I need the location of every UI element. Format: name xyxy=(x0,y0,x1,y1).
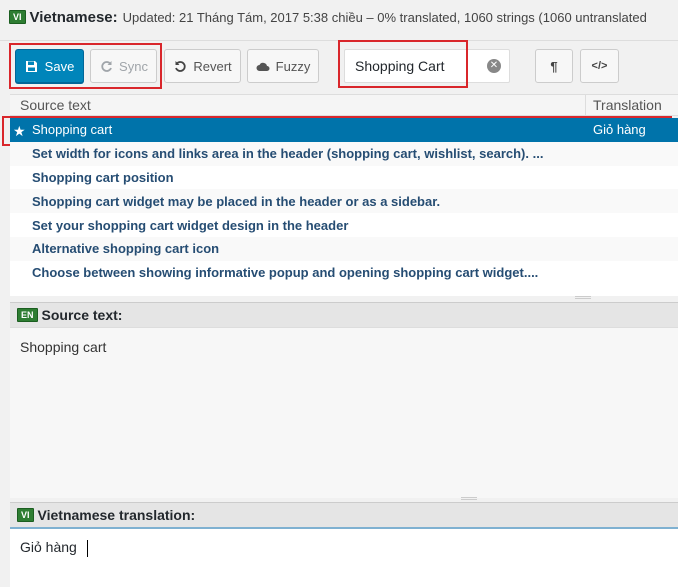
revert-button-label: Revert xyxy=(193,58,232,74)
list-item[interactable]: ★ Shopping cart Giỏ hàng xyxy=(10,118,678,142)
row-source: Shopping cart xyxy=(32,122,113,138)
pilcrow-icon: ¶ xyxy=(550,58,558,74)
sync-button-label: Sync xyxy=(119,58,148,74)
row-source: Alternative shopping cart icon xyxy=(32,241,220,257)
row-source: Set your shopping cart widget design in … xyxy=(32,217,349,233)
translation-input[interactable]: Giỏ hàng xyxy=(10,529,678,587)
save-button-label: Save xyxy=(44,58,75,74)
col-header-source[interactable]: Source text xyxy=(10,95,586,115)
row-source: Set width for icons and links area in th… xyxy=(32,146,544,162)
list-item[interactable]: Alternative shopping cart icon xyxy=(10,236,678,261)
translation-panel: Giỏ hàng xyxy=(10,527,678,587)
cloud-icon xyxy=(256,59,270,73)
translation-panel-title: Vietnamese translation: xyxy=(37,507,196,523)
revert-button[interactable]: Revert xyxy=(164,49,241,83)
string-list-header: Source text Translation xyxy=(10,94,678,116)
undo-icon xyxy=(173,59,187,73)
fuzzy-button[interactable]: Fuzzy xyxy=(247,49,319,83)
lang-badge-en: EN xyxy=(17,308,38,322)
toggle-invisibles-button[interactable]: ¶ xyxy=(535,49,573,83)
source-text-panel: Shopping cart xyxy=(10,328,678,498)
fuzzy-button-label: Fuzzy xyxy=(275,58,311,74)
code-icon: </> xyxy=(591,60,608,72)
header-status: Updated: 21 Tháng Tám, 2017 5:38 chiều –… xyxy=(122,9,647,25)
source-panel-title: Source text: xyxy=(41,307,123,323)
row-source: Shopping cart widget may be placed in th… xyxy=(32,193,441,209)
text-caret xyxy=(87,540,88,557)
list-item[interactable]: Choose between showing informative popup… xyxy=(10,261,678,285)
sync-button[interactable]: Sync xyxy=(90,49,157,83)
row-source: Shopping cart position xyxy=(32,169,174,185)
row-translation: Giỏ hàng xyxy=(593,122,646,138)
star-icon: ★ xyxy=(13,123,26,138)
translation-panel-header: VI Vietnamese translation: xyxy=(10,502,678,528)
toolbar: Save Sync Revert Fuzzy ✕ ¶ </> xyxy=(0,40,678,92)
col-header-translation[interactable]: Translation xyxy=(586,97,662,113)
toggle-code-button[interactable]: </> xyxy=(580,49,619,83)
row-source: Choose between showing informative popup… xyxy=(32,265,539,281)
floppy-disk-icon xyxy=(25,59,39,73)
header-title: Vietnamese: xyxy=(29,8,118,26)
source-panel-header: EN Source text: xyxy=(10,302,678,328)
lang-badge-vi: VI xyxy=(9,10,26,24)
list-item[interactable]: Set width for icons and links area in th… xyxy=(10,141,678,166)
list-resize-handle[interactable] xyxy=(575,296,591,299)
save-button[interactable]: Save xyxy=(15,49,84,83)
list-item[interactable]: Shopping cart widget may be placed in th… xyxy=(10,189,678,214)
clear-search-icon[interactable]: ✕ xyxy=(487,59,501,73)
search-box: ✕ xyxy=(344,49,510,83)
search-input[interactable] xyxy=(345,50,475,82)
list-item[interactable]: Shopping cart position xyxy=(10,166,678,190)
panel-resize-handle[interactable] xyxy=(461,497,477,500)
editor-header: VI Vietnamese: Updated: 21 Tháng Tám, 20… xyxy=(0,0,678,34)
source-text: Shopping cart xyxy=(20,339,107,355)
lang-badge-vi-2: VI xyxy=(17,508,34,522)
refresh-icon xyxy=(99,59,113,73)
list-item[interactable]: Set your shopping cart widget design in … xyxy=(10,213,678,237)
string-list: ★ Shopping cart Giỏ hàng Set width for i… xyxy=(10,118,678,296)
